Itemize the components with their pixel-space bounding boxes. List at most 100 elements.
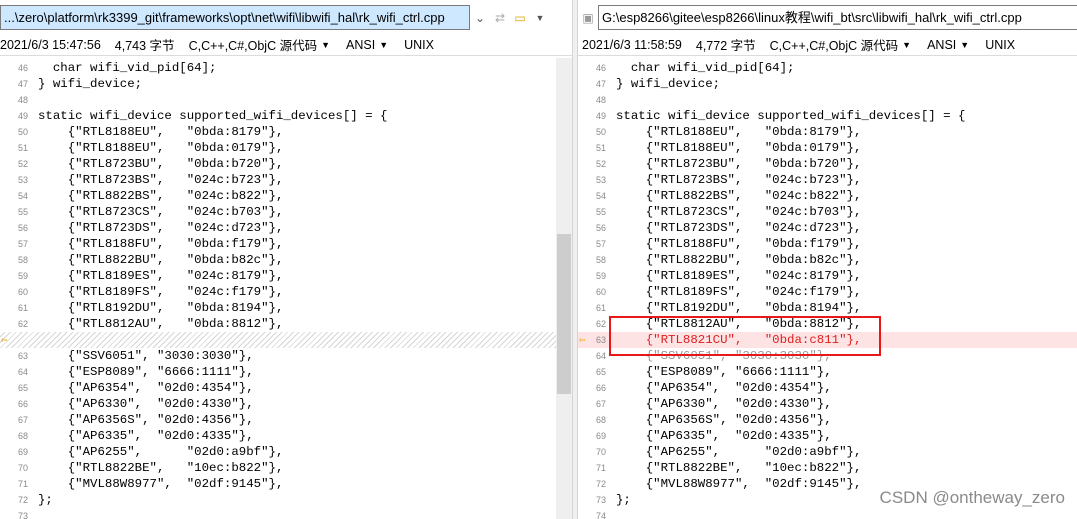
code-line[interactable]: 71 {"RTL8822BE", "10ec:b822"}, — [578, 460, 1077, 476]
line-number: 73 — [595, 495, 606, 505]
code-line[interactable]: 66 {"AP6330", "02d0:4330"}, — [0, 396, 572, 412]
left-scrollbar-thumb[interactable] — [557, 234, 571, 394]
code-line[interactable]: 60 {"RTL8189FS", "024c:f179"}, — [0, 284, 572, 300]
line-number: 50 — [17, 127, 28, 137]
code-line[interactable]: 50 {"RTL8188EU", "0bda:8179"}, — [578, 124, 1077, 140]
code-line[interactable]: 53 {"RTL8723BS", "024c:b723"}, — [578, 172, 1077, 188]
code-text: {"AP6354", "02d0:4354"}, — [38, 381, 254, 395]
code-line[interactable]: 59 {"RTL8189ES", "024c:8179"}, — [0, 268, 572, 284]
code-text: {"RTL8188EU", "0bda:0179"}, — [616, 141, 862, 155]
diff-arrow-icon[interactable]: ⇦ — [579, 333, 586, 347]
code-line[interactable]: 49 static wifi_device supported_wifi_devi… — [0, 108, 572, 124]
code-line[interactable]: 51 {"RTL8188EU", "0bda:0179"}, — [578, 140, 1077, 156]
code-line[interactable]: 52 {"RTL8723BU", "0bda:b720"}, — [0, 156, 572, 172]
code-line[interactable]: 67 {"AP6330", "02d0:4330"}, — [578, 396, 1077, 412]
code-line[interactable]: 66 {"AP6354", "02d0:4354"}, — [578, 380, 1077, 396]
chevron-down-icon[interactable]: ▼ — [530, 5, 550, 30]
code-line[interactable]: 47} wifi_device; — [0, 76, 572, 92]
line-number: 72 — [17, 495, 28, 505]
code-line[interactable]: 65 {"AP6354", "02d0:4354"}, — [0, 380, 572, 396]
right-code-editor[interactable]: 46 char wifi_vid_pid[64]; 47} wifi_device… — [578, 58, 1077, 519]
watermark: CSDN @ontheway_zero — [879, 488, 1065, 507]
line-number: 57 — [595, 239, 606, 249]
code-text: {"RTL8822BU", "0bda:b82c"}, — [616, 253, 862, 267]
code-line[interactable]: 57 {"RTL8188FU", "0bda:f179"}, — [578, 236, 1077, 252]
code-line[interactable]: 74 — [578, 508, 1077, 519]
right-encoding[interactable]: ANSI — [927, 38, 956, 52]
line-number: 50 — [595, 127, 606, 137]
code-line[interactable]: 51 {"RTL8188EU", "0bda:0179"}, — [0, 140, 572, 156]
line-number: 55 — [17, 207, 28, 217]
line-number: 63 — [17, 351, 28, 361]
chevron-down-icon[interactable]: ⌄ — [470, 5, 490, 30]
save-icon[interactable]: ▣ — [578, 5, 598, 30]
code-line[interactable]: 54 {"RTL8822BS", "024c:b822"}, — [578, 188, 1077, 204]
code-line[interactable]: 48 — [0, 92, 572, 108]
code-line[interactable]: 70 {"RTL8822BE", "10ec:b822"}, — [0, 460, 572, 476]
code-line[interactable]: 63 {"SSV6051", "3030:3030"}, — [0, 348, 572, 364]
code-line[interactable]: 65 {"ESP8089", "6666:1111"}, — [578, 364, 1077, 380]
left-path-input[interactable]: ...\zero\platform\rk3399_git\frameworks\… — [0, 5, 470, 30]
code-line[interactable]: 62 {"RTL8812AU", "0bda:8812"}, — [0, 316, 572, 332]
code-text: {"AP6255", "02d0:a9bf"}, — [38, 445, 284, 459]
code-line[interactable]: 69 {"AP6335", "02d0:4335"}, — [578, 428, 1077, 444]
code-line[interactable]: 64 {"ESP8089", "6666:1111"}, — [0, 364, 572, 380]
line-number: 66 — [17, 399, 28, 409]
code-line[interactable]: 67 {"AP6356S", "02d0:4356"}, — [0, 412, 572, 428]
code-line[interactable]: 46 char wifi_vid_pid[64]; — [0, 60, 572, 76]
swap-arrows-icon[interactable]: ⇄ — [490, 5, 510, 30]
line-number: 66 — [595, 383, 606, 393]
code-line[interactable]: 49 static wifi_device supported_wifi_devi… — [578, 108, 1077, 124]
code-line[interactable]: 68 {"AP6356S", "02d0:4356"}, — [578, 412, 1077, 428]
code-line[interactable]: 61 {"RTL8192DU", "0bda:8194"}, — [0, 300, 572, 316]
code-line[interactable]: 58 {"RTL8822BU", "0bda:b82c"}, — [0, 252, 572, 268]
diff-padding-line[interactable] — [0, 332, 572, 348]
code-line[interactable]: 61 {"RTL8192DU", "0bda:8194"}, — [578, 300, 1077, 316]
code-line[interactable]: 59 {"RTL8189ES", "024c:8179"}, — [578, 268, 1077, 284]
left-language[interactable]: C,C++,C#,ObjC 源代码 — [189, 35, 318, 54]
right-language[interactable]: C,C++,C#,ObjC 源代码 — [770, 35, 899, 54]
line-number: 61 — [595, 303, 606, 313]
line-number: 47 — [17, 79, 28, 89]
chevron-down-icon[interactable]: ▼ — [960, 40, 969, 50]
code-text: {"RTL8723DS", "024c:d723"}, — [38, 221, 284, 235]
code-line[interactable]: 48 — [578, 92, 1077, 108]
chevron-down-icon[interactable]: ▼ — [321, 40, 330, 50]
right-eol[interactable]: UNIX — [985, 38, 1015, 52]
code-text: static wifi_device supported_wifi_device… — [616, 109, 966, 123]
code-text: {"RTL8189FS", "024c:f179"}, — [38, 285, 284, 299]
right-path-input[interactable]: G:\esp8266\gitee\esp8266\linux教程\wifi_bt… — [598, 5, 1077, 30]
left-encoding[interactable]: ANSI — [346, 38, 375, 52]
chevron-down-icon[interactable]: ▼ — [379, 40, 388, 50]
code-line[interactable]: 68 {"AP6335", "02d0:4335"}, — [0, 428, 572, 444]
code-line[interactable]: 69 {"AP6255", "02d0:a9bf"}, — [0, 444, 572, 460]
code-line[interactable]: 55 {"RTL8723CS", "024c:b703"}, — [0, 204, 572, 220]
code-line[interactable]: 55 {"RTL8723CS", "024c:b703"}, — [578, 204, 1077, 220]
code-line[interactable]: 56 {"RTL8723DS", "024c:d723"}, — [0, 220, 572, 236]
code-line[interactable]: 57 {"RTL8188FU", "0bda:f179"}, — [0, 236, 572, 252]
code-line[interactable]: 47} wifi_device; — [578, 76, 1077, 92]
code-text: } wifi_device; — [616, 77, 721, 91]
code-line[interactable]: 71 {"MVL88W8977", "02df:9145"}, — [0, 476, 572, 492]
line-number: 59 — [17, 271, 28, 281]
left-code-editor[interactable]: 46 char wifi_vid_pid[64]; 47} wifi_device… — [0, 58, 572, 519]
code-line[interactable]: 52 {"RTL8723BU", "0bda:b720"}, — [578, 156, 1077, 172]
code-line[interactable]: 56 {"RTL8723DS", "024c:d723"}, — [578, 220, 1077, 236]
code-text: {"MVL88W8977", "02df:9145"}, — [38, 477, 284, 491]
left-eol[interactable]: UNIX — [404, 38, 434, 52]
code-line[interactable]: 46 char wifi_vid_pid[64]; — [578, 60, 1077, 76]
diff-arrow-icon[interactable]: ⇦ — [1, 333, 8, 347]
code-line[interactable]: 60 {"RTL8189FS", "024c:f179"}, — [578, 284, 1077, 300]
code-text: {"SSV6051", "3030:3030"}, — [38, 349, 254, 363]
code-line[interactable]: 50 {"RTL8188EU", "0bda:8179"}, — [0, 124, 572, 140]
code-line[interactable]: 70 {"AP6255", "02d0:a9bf"}, — [578, 444, 1077, 460]
code-line[interactable]: 54 {"RTL8822BS", "024c:b822"}, — [0, 188, 572, 204]
code-line[interactable]: 72}; — [0, 492, 572, 508]
code-line[interactable]: 53 {"RTL8723BS", "024c:b723"}, — [0, 172, 572, 188]
left-scrollbar[interactable] — [556, 58, 572, 519]
folder-icon[interactable]: ▭ — [510, 5, 530, 30]
chevron-down-icon[interactable]: ▼ — [902, 40, 911, 50]
code-line[interactable]: 73 — [0, 508, 572, 519]
code-line[interactable]: 58 {"RTL8822BU", "0bda:b82c"}, — [578, 252, 1077, 268]
line-number: 62 — [595, 319, 606, 329]
